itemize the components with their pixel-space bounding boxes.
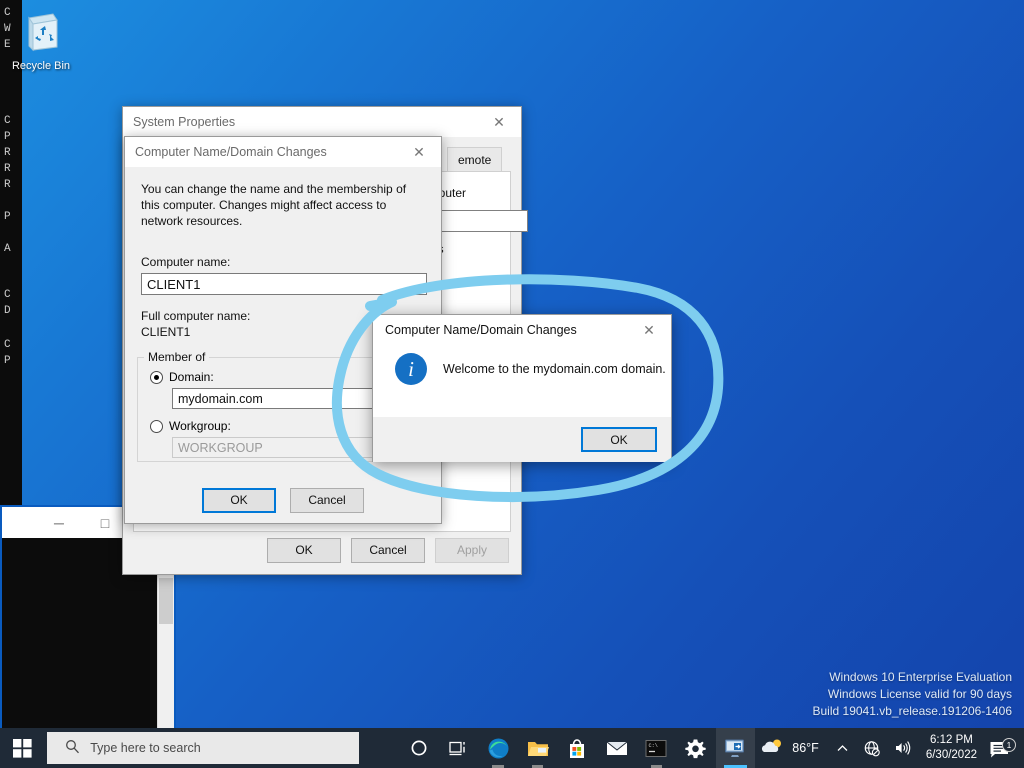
computer-name-label: Computer name: (141, 255, 231, 269)
desktop: Recycle Bin C W E C P R R R P A C D C P … (0, 0, 1024, 768)
watermark-line-3: Build 19041.vb_release.191206-1406 (812, 704, 1013, 718)
console-line: C (4, 289, 11, 301)
message-box-title: Computer Name/Domain Changes (385, 323, 577, 337)
cndc-footer: OK Cancel (125, 477, 441, 523)
message-box-content-area: Computer Name/Domain Changes ✕ i Welcome… (373, 315, 671, 417)
volume-icon[interactable] (887, 740, 918, 756)
notification-badge: 1 (1002, 737, 1016, 752)
workgroup-radio-label: Workgroup: (169, 419, 231, 433)
microsoft-store-icon[interactable] (557, 728, 597, 768)
console-line: R (4, 179, 11, 191)
system-tray: 86°F 6:12 PM 6/30/2022 1 (755, 728, 1024, 768)
tab-remote[interactable]: emote (447, 147, 503, 171)
background-console-window-left[interactable]: C W E C P R R R P A C D C P (0, 0, 22, 505)
search-icon (65, 739, 80, 757)
domain-radio[interactable] (150, 370, 163, 384)
settings-gear-icon[interactable] (676, 728, 716, 768)
clock-time: 6:12 PM (930, 734, 973, 746)
start-button[interactable] (0, 728, 45, 768)
command-prompt-icon[interactable]: C:\ (637, 728, 677, 768)
system-properties-cancel-button[interactable]: Cancel (351, 537, 425, 563)
recycle-bin-label: Recycle Bin (11, 60, 71, 72)
cortana-icon[interactable] (399, 728, 439, 768)
message-box-row: i Welcome to the mydomain.com domain. (373, 353, 671, 385)
system-properties-apply-button: Apply (435, 537, 509, 563)
weather-temperature: 86°F (792, 741, 819, 755)
console-line: C (4, 115, 11, 127)
system-properties-title: System Properties (133, 115, 236, 129)
domain-radio-label: Domain: (169, 370, 214, 384)
network-offline-icon[interactable] (856, 740, 887, 757)
message-box-text: Welcome to the mydomain.com domain. (443, 362, 666, 376)
taskbar-search-input[interactable]: Type here to search (47, 732, 360, 764)
taskbar: Type here to search C:\ 86°F 6:12 PM 6/3… (0, 728, 1024, 768)
cndc-close-button[interactable]: ✕ (397, 137, 441, 167)
workgroup-radio[interactable] (150, 419, 163, 433)
file-explorer-icon[interactable] (518, 728, 558, 768)
mail-icon[interactable] (597, 728, 637, 768)
weather-widget[interactable]: 86°F (755, 738, 829, 758)
cndc-description: You can change the name and the membersh… (141, 182, 407, 228)
console-minimize-button[interactable]: ─ (36, 507, 82, 538)
computer-name-input[interactable]: CLIENT1 (141, 273, 427, 295)
console-line: P (4, 211, 11, 223)
system-properties-close-button[interactable]: ✕ (477, 107, 521, 137)
message-box-close-button[interactable]: ✕ (627, 315, 671, 345)
system-properties-titlebar: System Properties ✕ (123, 107, 521, 137)
cndc-ok-button[interactable]: OK (202, 487, 276, 513)
system-properties-footer: OK Cancel Apply (123, 526, 521, 574)
system-properties-ok-button[interactable]: OK (267, 537, 341, 563)
info-icon: i (395, 353, 427, 385)
partly-cloudy-icon (761, 738, 785, 758)
notification-center-button[interactable]: 1 (985, 737, 1020, 758)
console-line: C (4, 339, 11, 351)
recycle-bin-icon (8, 8, 74, 56)
clock-date: 6/30/2022 (925, 749, 977, 761)
message-box-ok-button[interactable]: OK (581, 427, 657, 452)
console-line: P (4, 355, 11, 367)
console-line: R (4, 147, 11, 159)
console-line: D (4, 305, 11, 317)
svg-text:C:\: C:\ (649, 743, 658, 749)
windows-evaluation-watermark: Windows 10 Enterprise Evaluation Windows… (813, 669, 1013, 720)
remote-desktop-icon[interactable] (715, 728, 756, 768)
taskbar-search-placeholder: Type here to search (90, 741, 201, 755)
cndc-cancel-button[interactable]: Cancel (290, 487, 364, 513)
watermark-line-1: Windows 10 Enterprise Evaluation (829, 670, 1012, 684)
welcome-message-box: Computer Name/Domain Changes ✕ i Welcome… (372, 314, 672, 462)
console-line: R (4, 163, 11, 175)
taskbar-clock[interactable]: 6:12 PM 6/30/2022 (918, 733, 985, 763)
message-box-footer: OK (373, 417, 671, 462)
task-view-icon[interactable] (439, 728, 479, 768)
console-line: P (4, 131, 11, 143)
edge-icon[interactable] (478, 728, 518, 768)
watermark-line-2: Windows License valid for 90 days (827, 687, 1012, 701)
cndc-title: Computer Name/Domain Changes (135, 145, 327, 159)
desktop-icon-recycle-bin[interactable]: Recycle Bin (8, 8, 74, 74)
console-line: A (4, 243, 11, 255)
scrollbar-thumb[interactable] (159, 578, 173, 624)
message-box-titlebar: Computer Name/Domain Changes ✕ (373, 315, 671, 345)
member-of-legend: Member of (144, 350, 210, 364)
cndc-titlebar: Computer Name/Domain Changes ✕ (125, 137, 441, 167)
show-hidden-icons-button[interactable] (829, 742, 856, 755)
